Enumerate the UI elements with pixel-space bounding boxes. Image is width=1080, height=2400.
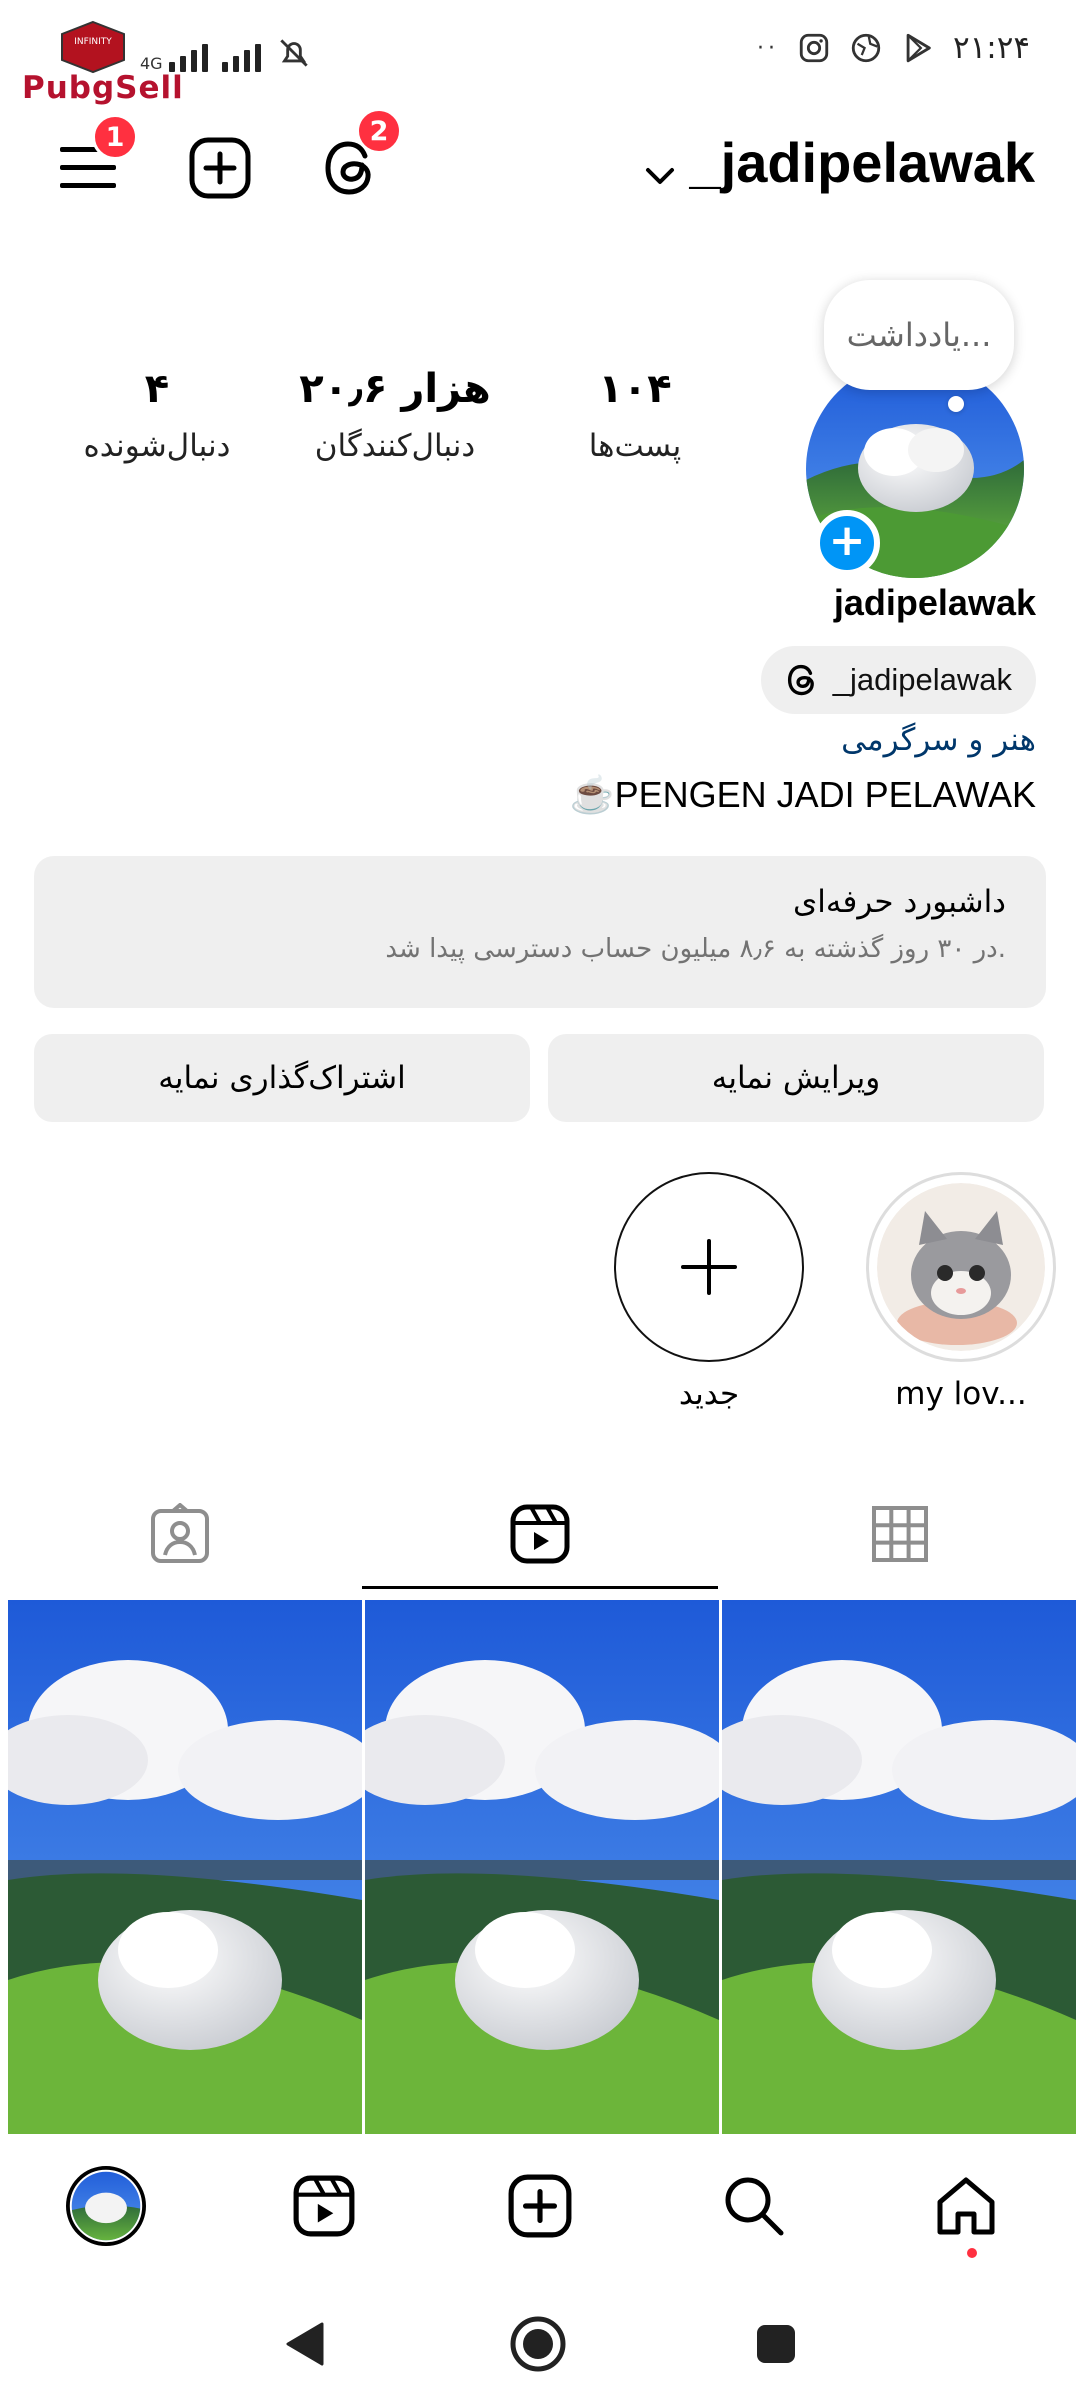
stat-followers[interactable]: ۲۰٫۶ هزار دنبال‌کنندگان	[290, 366, 500, 464]
new-highlight-label: جدید	[678, 1376, 740, 1412]
display-name: jadipelawak	[833, 582, 1036, 623]
tagged-icon	[151, 1503, 209, 1563]
threads-icon	[787, 664, 814, 696]
threads-notification-badge: 2	[356, 108, 402, 154]
watermark-text: PubgSell	[22, 70, 184, 106]
signal-icon-2	[221, 40, 261, 72]
bio-text: PENGEN JADI PELAWAK	[614, 774, 1036, 815]
tab-grid[interactable]	[720, 1476, 1080, 1592]
followers-label: دنبال‌کنندگان	[314, 428, 476, 464]
profile-category: هنر و سرگرمی	[841, 722, 1036, 758]
instagram-icon	[799, 33, 829, 63]
more-dots-icon: ··	[756, 35, 779, 61]
mute-bell-icon	[279, 39, 308, 67]
grid-icon	[872, 1506, 928, 1562]
status-bar: INFINITY PubgSell 4G ·· ۲۱:۲۴	[0, 0, 1080, 108]
plus-icon	[681, 1239, 737, 1295]
nav-search[interactable]	[714, 2166, 794, 2246]
following-label: دنبال‌شونده	[83, 428, 231, 464]
create-button[interactable]	[180, 128, 260, 208]
vpn-icon	[851, 33, 881, 63]
create-icon	[189, 137, 251, 199]
share-profile-button[interactable]: اشتراک‌گذاری نمایه	[34, 1034, 530, 1122]
active-tab-indicator	[362, 1586, 718, 1589]
svg-text:INFINITY: INFINITY	[74, 37, 112, 47]
edit-profile-button[interactable]: ویرایش نمایه	[548, 1034, 1044, 1122]
status-left: 4G	[140, 34, 313, 72]
profile-avatar-icon	[66, 2166, 146, 2246]
note-placeholder: یادداشت...	[846, 316, 992, 354]
play-store-icon	[906, 33, 931, 63]
highlight-my-love[interactable]	[866, 1172, 1056, 1362]
profile-bio: ☕PENGEN JADI PELAWAK	[570, 774, 1036, 816]
following-count: ۴	[144, 366, 170, 412]
dashboard-title: داشبورد حرفه‌ای	[793, 884, 1006, 920]
reel-thumbnail[interactable]	[8, 1600, 362, 2134]
system-back-button[interactable]	[274, 2314, 334, 2374]
threads-profile-link[interactable]: _jadipelawak	[760, 646, 1036, 714]
threads-handle: _jadipelawak	[832, 662, 1012, 697]
reel-thumbnail[interactable]	[365, 1600, 719, 2134]
reels-grid	[8, 1600, 1080, 2134]
system-navigation-bar	[0, 2274, 1080, 2400]
note-bubble[interactable]: یادداشت...	[824, 280, 1014, 390]
cat-highlight-image	[877, 1183, 1045, 1351]
nav-profile[interactable]	[66, 2166, 146, 2246]
back-icon	[286, 2322, 324, 2366]
home-activity-dot	[967, 2248, 977, 2258]
posts-label: پست‌ها	[588, 428, 682, 464]
signal-icon	[168, 40, 208, 72]
status-right: ·· ۲۱:۲۴	[757, 30, 1030, 66]
nav-reels[interactable]	[284, 2166, 364, 2246]
tab-reels[interactable]	[360, 1476, 720, 1592]
add-story-plus-icon[interactable]: +	[814, 510, 880, 576]
highlight-label: my lov...	[895, 1376, 1027, 1412]
home-circle-icon	[510, 2316, 566, 2372]
nav-home[interactable]	[926, 2166, 1006, 2246]
reel-image	[722, 1600, 1076, 2134]
profile-top-bar: 1 2 _jadipelawak	[0, 108, 1080, 228]
reel-image	[365, 1600, 719, 2134]
home-icon	[937, 2177, 995, 2235]
recents-icon	[757, 2325, 795, 2363]
profile-avatar[interactable]: +	[806, 360, 1024, 578]
search-icon	[725, 2177, 784, 2236]
profile-content-tabs	[0, 1476, 1080, 1592]
tab-tagged[interactable]	[0, 1476, 360, 1592]
account-switcher-username[interactable]: _jadipelawak	[689, 130, 1035, 195]
reels-icon	[293, 2175, 355, 2237]
system-home-button[interactable]	[508, 2314, 568, 2374]
professional-dashboard-card[interactable]: داشبورد حرفه‌ای در ۳۰ روز گذشته به ۸٫۶ م…	[34, 856, 1046, 1008]
create-icon	[508, 2174, 572, 2238]
followers-count: ۲۰٫۶ هزار	[299, 366, 491, 412]
nav-create[interactable]	[500, 2166, 580, 2246]
chevron-down-icon[interactable]	[640, 156, 680, 196]
reels-icon	[510, 1504, 570, 1564]
new-highlight-button[interactable]	[614, 1172, 804, 1362]
bottom-navigation	[0, 2134, 1080, 2274]
clock: ۲۱:۲۴	[952, 30, 1030, 66]
bio-emoji: ☕	[569, 774, 615, 815]
posts-count: ۱۰۴	[598, 366, 672, 412]
system-recents-button[interactable]	[746, 2314, 806, 2374]
watermark-badge-icon: INFINITY	[61, 20, 125, 74]
note-tail	[948, 396, 964, 412]
stat-posts[interactable]: ۱۰۴ پست‌ها	[530, 366, 740, 464]
reel-image	[8, 1600, 362, 2134]
network-type: 4G	[140, 54, 163, 73]
stat-following[interactable]: ۴ دنبال‌شونده	[52, 366, 262, 464]
menu-notification-badge: 1	[92, 114, 138, 160]
reel-thumbnail[interactable]	[722, 1600, 1076, 2134]
dashboard-subtitle: در ۳۰ روز گذشته به ۸٫۶ میلیون حساب دسترس…	[385, 934, 1006, 964]
